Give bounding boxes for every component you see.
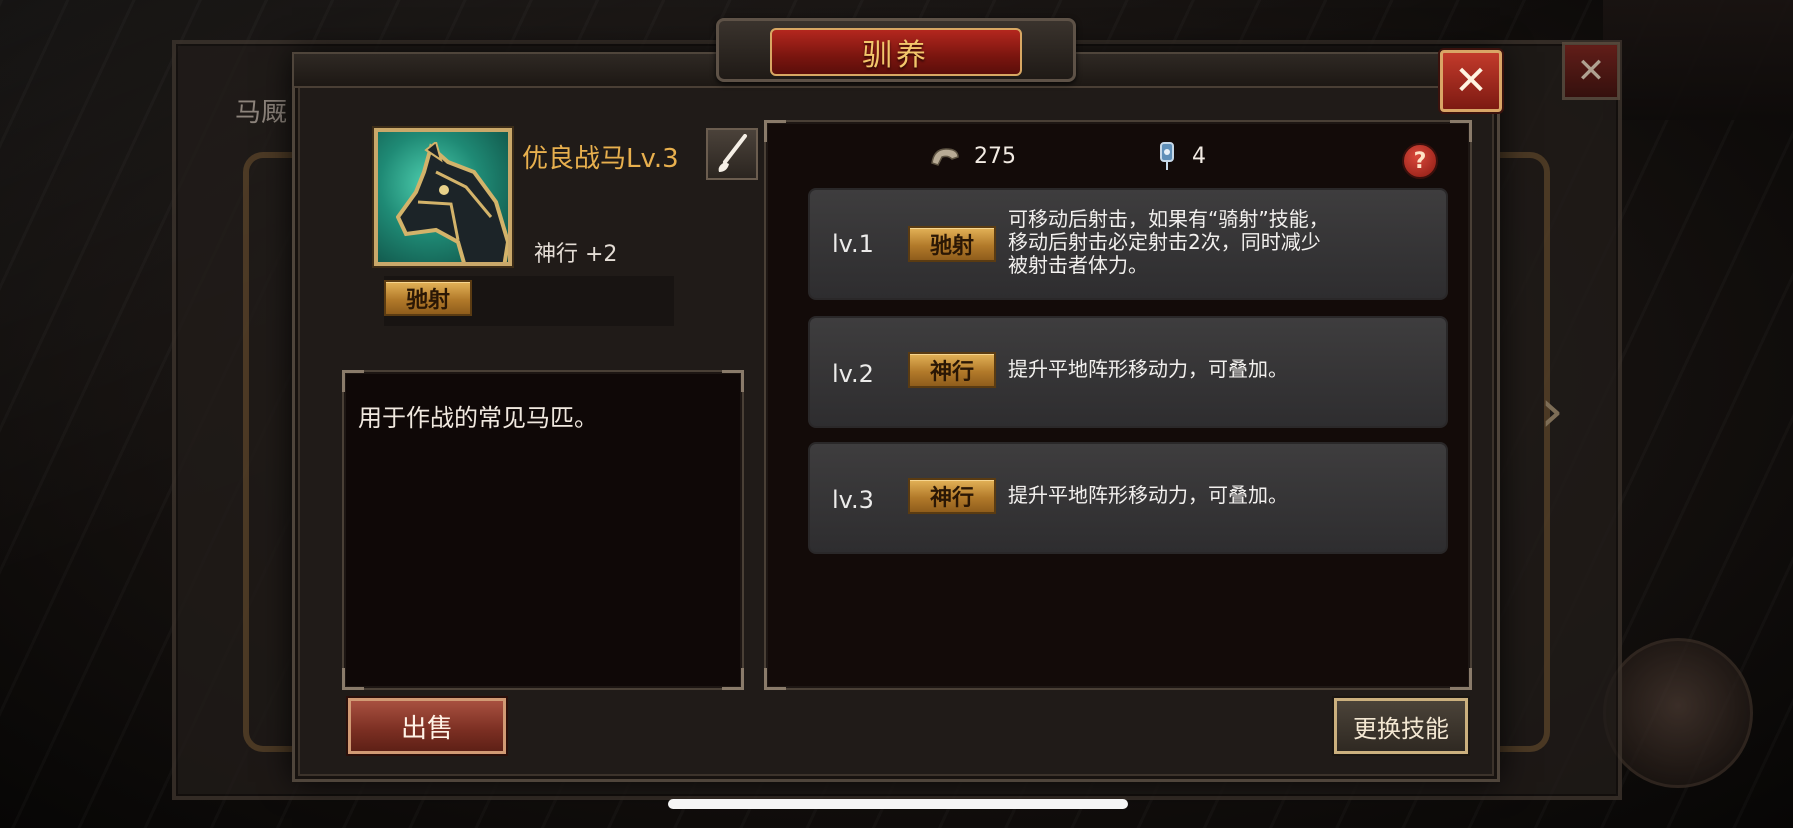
- level-skill-tag[interactable]: 神行: [908, 352, 996, 388]
- close-icon: ✕: [1576, 51, 1606, 91]
- dialog-title: 驯养: [862, 38, 930, 73]
- close-button[interactable]: ✕: [1440, 50, 1502, 112]
- corner-ornament: [764, 120, 786, 142]
- horse-description: 用于作战的常见马匹。: [358, 404, 598, 432]
- corner-ornament: [764, 668, 786, 690]
- corner-ornament: [722, 668, 744, 690]
- corner-ornament: [342, 668, 364, 690]
- level-label: lv.2: [832, 360, 874, 388]
- stable-close-button[interactable]: ✕: [1562, 42, 1620, 100]
- corner-ornament: [1450, 668, 1472, 690]
- horseshoe-icon: [931, 148, 959, 166]
- change-skill-button[interactable]: 更换技能: [1334, 698, 1468, 754]
- horse-head-icon: [396, 142, 508, 262]
- home-indicator[interactable]: [668, 799, 1128, 809]
- next-arrow-icon[interactable]: ›: [1540, 376, 1564, 446]
- level-skill-tag[interactable]: 神行: [908, 478, 996, 514]
- token-count: 4: [1192, 143, 1206, 169]
- level-description: 可移动后射击，如果有“骑射”技能， 移动后射击必定射击2次，同时减少 被射击者体…: [1008, 207, 1329, 277]
- horse-portrait[interactable]: [374, 128, 512, 266]
- horse-stat: 神行 +2: [534, 242, 618, 267]
- close-icon: ✕: [1454, 58, 1488, 104]
- sell-button[interactable]: 出售: [348, 698, 506, 754]
- stable-card-frame: [243, 152, 293, 752]
- level-label: lv.1: [832, 230, 874, 258]
- stable-title: 马厩: [235, 98, 288, 128]
- corner-ornament: [722, 370, 744, 392]
- token-icon: [1160, 142, 1174, 170]
- horse-skill-tag[interactable]: 驰射: [384, 280, 472, 316]
- dialog-title-ribbon: 驯养: [770, 28, 1022, 76]
- level-label: lv.3: [832, 486, 874, 514]
- resource-bar: 275 4: [930, 138, 1206, 174]
- advisor-portrait[interactable]: [1603, 638, 1753, 788]
- corner-ornament: [1450, 120, 1472, 142]
- brush-icon: [718, 134, 747, 172]
- help-button[interactable]: ?: [1402, 143, 1438, 179]
- hoof-count: 275: [974, 143, 1016, 169]
- level-description: 提升平地阵形移动力，可叠加。: [1008, 357, 1288, 381]
- rename-button[interactable]: [706, 128, 758, 180]
- level-description: 提升平地阵形移动力，可叠加。: [1008, 483, 1288, 507]
- background-roof: [1603, 0, 1793, 120]
- game-scene: 马厩 ✕ › 驯养 ✕ 优良战马Lv.3 神行 +2 驰射 用于作战的常见马匹。: [0, 0, 1793, 828]
- horse-name: 优良战马Lv.3: [522, 144, 679, 174]
- level-card-1: lv.1 驰射 可移动后射击，如果有“骑射”技能， 移动后射击必定射击2次，同时…: [808, 188, 1448, 300]
- level-card-3: lv.3 神行 提升平地阵形移动力，可叠加。: [808, 442, 1448, 554]
- corner-ornament: [342, 370, 364, 392]
- question-icon: ?: [1413, 148, 1427, 174]
- level-skill-tag[interactable]: 驰射: [908, 226, 996, 262]
- stable-card-frame: [1500, 152, 1550, 752]
- level-card-2: lv.2 神行 提升平地阵形移动力，可叠加。: [808, 316, 1448, 428]
